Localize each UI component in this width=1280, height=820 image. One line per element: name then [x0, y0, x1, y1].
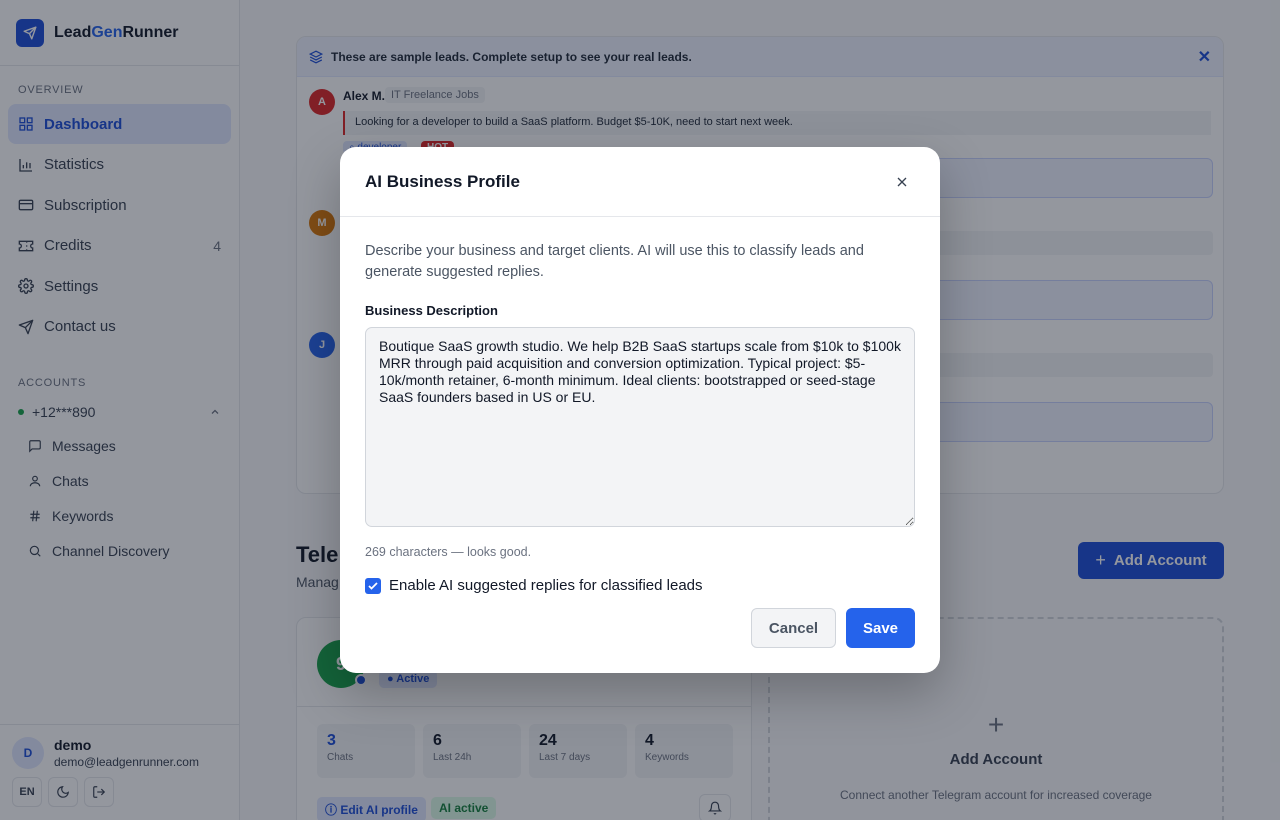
ai-replies-checkbox[interactable]: [365, 577, 381, 594]
save-button[interactable]: Save: [846, 608, 915, 648]
business-description-label: Business Description: [365, 303, 498, 318]
ai-replies-option[interactable]: Enable AI suggested replies for classifi…: [365, 577, 915, 594]
close-icon[interactable]: [889, 169, 915, 195]
business-description-field[interactable]: Boutique SaaS growth studio. We help B2B…: [365, 327, 915, 527]
modal-title: AI Business Profile: [365, 171, 520, 191]
cancel-button[interactable]: Cancel: [751, 608, 836, 648]
checkbox-label: Enable AI suggested replies for classifi…: [389, 577, 703, 594]
ai-business-profile-modal: AI Business Profile Describe your busine…: [340, 147, 940, 673]
modal-header: AI Business Profile: [340, 147, 940, 217]
modal-description: Describe your business and target client…: [365, 243, 864, 280]
character-count: 269 characters — looks good.: [365, 545, 532, 559]
